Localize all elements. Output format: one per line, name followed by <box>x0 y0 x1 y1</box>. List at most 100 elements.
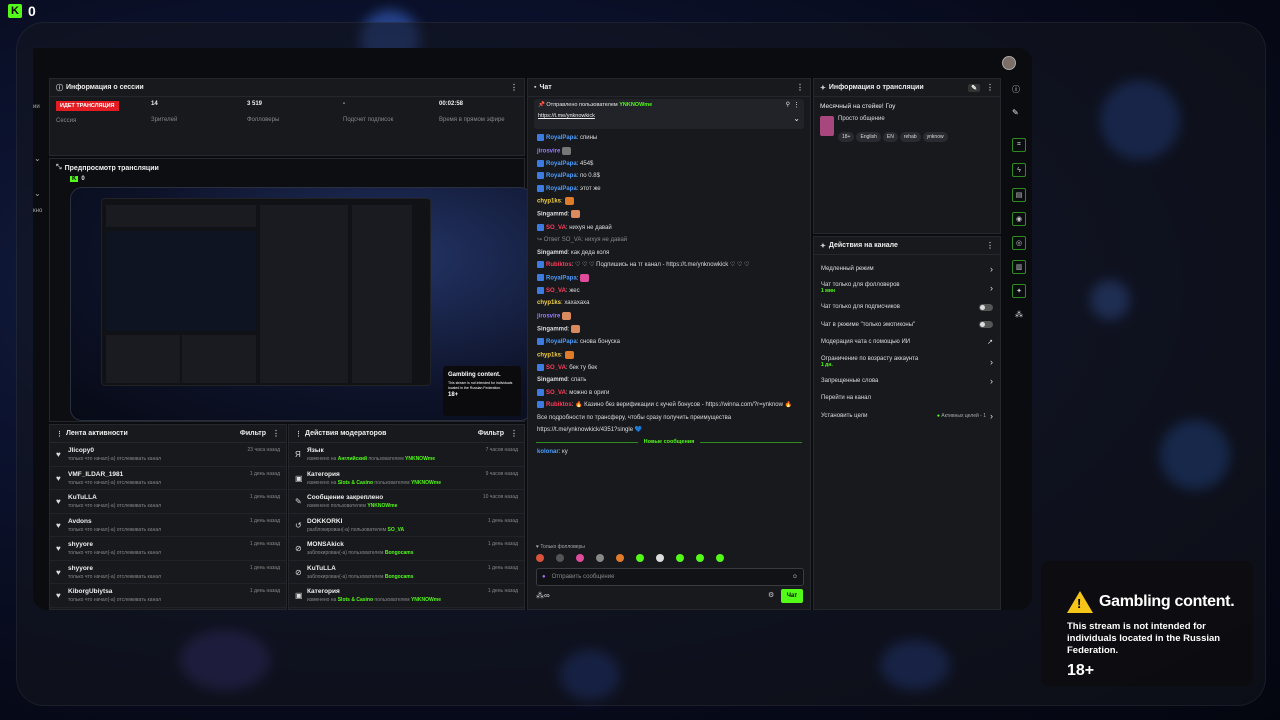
tag-chip[interactable]: 18+ <box>838 132 855 142</box>
tools-icon[interactable]: ⁂ <box>1015 310 1023 319</box>
channel-action-row[interactable]: Чат только для фолловеров 1 мин › <box>814 278 1000 299</box>
chat-username[interactable]: jirosvire <box>537 313 560 319</box>
channel-action-row[interactable]: Чат в режиме "только эмотиконы" <box>814 316 1000 334</box>
desc-user[interactable]: YNKNOWme <box>411 480 441 486</box>
activity-user[interactable]: shyyore <box>68 541 250 548</box>
more-menu-icon[interactable]: ⋮ <box>796 83 804 92</box>
user-avatar[interactable] <box>1002 56 1016 70</box>
toggle-switch[interactable] <box>979 321 993 329</box>
chat-input[interactable]: ● Отправить сообщение ☺ <box>536 568 804 586</box>
drag-handle-icon[interactable]: ⋮ <box>56 430 63 438</box>
drag-handle-icon[interactable]: ⋮ <box>295 430 302 438</box>
emote-icon[interactable] <box>556 554 564 562</box>
channel-action-row[interactable]: Чат только для подписчиков <box>814 299 1000 317</box>
emote-icon[interactable] <box>656 554 664 562</box>
activity-user[interactable]: VMF_ILDAR_1981 <box>68 471 250 478</box>
pin-toggle-icon[interactable]: ⚲ <box>786 101 790 108</box>
chevron-right-icon[interactable]: › <box>990 376 993 386</box>
info-icon[interactable]: ⓘ <box>1012 84 1020 95</box>
wrench-icon[interactable]: ✦ <box>1012 284 1026 298</box>
pencil-icon[interactable]: ✎ <box>1012 108 1019 117</box>
tag-chip[interactable]: rehab <box>899 132 921 142</box>
chevron-down-icon[interactable]: ⌄ <box>34 189 41 198</box>
emote-icon[interactable] <box>636 554 644 562</box>
tag-chip[interactable]: English <box>856 132 881 142</box>
emote-icon[interactable] <box>716 554 724 562</box>
chat-username[interactable]: RoyalPapa <box>546 161 577 167</box>
chevron-right-icon[interactable]: › <box>990 283 993 293</box>
chat-username[interactable]: RoyalPapa <box>546 173 577 179</box>
activity-user[interactable]: Jlicopy0 <box>68 447 248 454</box>
user-card-icon[interactable]: ▥ <box>1012 260 1026 274</box>
external-link-icon[interactable]: ↗ <box>987 338 993 346</box>
chat-username[interactable]: jirosvire <box>537 148 560 154</box>
emote-icon[interactable] <box>616 554 624 562</box>
chat-username[interactable]: SO_VA <box>546 365 566 371</box>
chat-username[interactable]: RoyalPapa <box>546 186 577 192</box>
channel-action-row[interactable]: Модерация чата с помощью ИИ ↗ <box>814 334 1000 352</box>
more-menu-icon[interactable]: ⋮ <box>793 101 800 109</box>
desc-user[interactable]: YNKNOWme <box>411 597 441 603</box>
gear-icon[interactable]: ⚙ <box>768 591 774 599</box>
chevron-right-icon[interactable]: › <box>990 411 993 421</box>
chat-username[interactable]: SO_VA <box>546 225 566 231</box>
channel-action-row[interactable]: Установить цели ● Активных целей - 1 › <box>814 407 1000 425</box>
desc-user[interactable]: Bongocams <box>385 550 414 556</box>
chat-username[interactable]: Singammd <box>537 377 568 383</box>
chat-username[interactable]: SO_VA <box>546 390 566 396</box>
file-icon[interactable]: ▤ <box>1012 188 1026 202</box>
tag-chip[interactable]: ynknow <box>922 132 948 142</box>
chat-username[interactable]: RoyalPapa <box>546 135 577 141</box>
tools-icon[interactable]: ⁂ <box>536 591 544 600</box>
chat-username[interactable]: Singammd <box>537 250 568 256</box>
filter-button[interactable]: Фильтр <box>240 430 266 437</box>
more-menu-icon[interactable]: ⋮ <box>510 429 518 438</box>
chat-username[interactable]: chyp1ks <box>537 199 561 205</box>
pinned-message[interactable]: 📌 Отправлено пользователем YNKNOWme http… <box>534 99 804 129</box>
broadcast-icon[interactable]: ◎ <box>1012 236 1026 250</box>
toggle-switch[interactable] <box>979 303 993 311</box>
chat-username[interactable]: RoyalPapa <box>546 339 577 345</box>
filter-button[interactable]: Фильтр <box>478 430 504 437</box>
desc-user[interactable]: YNKNOWme <box>405 456 435 462</box>
mic-icon[interactable]: ● <box>542 574 546 580</box>
chat-username[interactable]: Rubiktos <box>546 402 572 408</box>
tag-chip[interactable]: EN <box>882 132 898 142</box>
emote-icon[interactable] <box>536 554 544 562</box>
category-name[interactable]: Просто общение <box>838 116 950 122</box>
chat-username[interactable]: RoyalPapa <box>546 275 577 281</box>
more-menu-icon[interactable]: ⋮ <box>510 83 518 92</box>
channel-action-row[interactable]: Запрещенные слова › <box>814 372 1000 390</box>
pinned-user[interactable]: YNKNOWme <box>619 102 652 108</box>
activity-user[interactable]: KiborgUbiytsa <box>68 588 250 595</box>
chat-username[interactable]: Singammd <box>537 212 568 218</box>
category-thumbnail[interactable] <box>820 116 834 136</box>
chat-username[interactable]: chyp1ks <box>537 300 561 306</box>
chat-username[interactable]: Rubiktos <box>546 262 572 268</box>
preview-video[interactable]: Gambling content. This stream is not int… <box>70 187 532 421</box>
chat-username[interactable]: chyp1ks <box>537 352 561 358</box>
edit-icon[interactable]: ✎ <box>968 83 980 92</box>
more-menu-icon[interactable]: ⋮ <box>986 83 994 92</box>
activity-user[interactable]: KuTuLLA <box>68 494 250 501</box>
chat-username[interactable]: SO_VA <box>546 288 566 294</box>
pinned-link[interactable]: https://t.me/ynknowkick <box>538 113 800 119</box>
desc-user[interactable]: SO_VA <box>388 527 405 533</box>
emote-icon[interactable] <box>576 554 584 562</box>
chevron-down-icon[interactable]: ⌄ <box>793 114 800 123</box>
emote-icon[interactable] <box>596 554 604 562</box>
desc-user[interactable]: Bongocams <box>385 574 414 580</box>
chevron-right-icon[interactable]: › <box>990 264 993 274</box>
chevron-down-icon[interactable]: ⌄ <box>34 154 41 163</box>
channel-action-row[interactable]: Ограничение по возрасту аккаунта 1 дн. › <box>814 351 1000 372</box>
more-menu-icon[interactable]: ⋮ <box>272 429 280 438</box>
activity-user[interactable]: shyyore <box>68 565 250 572</box>
chat-bubble-icon[interactable]: ◉ <box>1012 212 1026 226</box>
chat-username[interactable]: kolonar <box>537 449 559 455</box>
emoji-icon[interactable]: ☺ <box>792 574 798 580</box>
send-chat-button[interactable]: Чат <box>781 589 803 603</box>
chat-username[interactable]: Singammd <box>537 327 568 333</box>
chevron-right-icon[interactable]: › <box>990 357 993 367</box>
channel-action-row[interactable]: Перейти на канал <box>814 390 1000 408</box>
desc-user[interactable]: YNKNOWme <box>367 503 397 509</box>
